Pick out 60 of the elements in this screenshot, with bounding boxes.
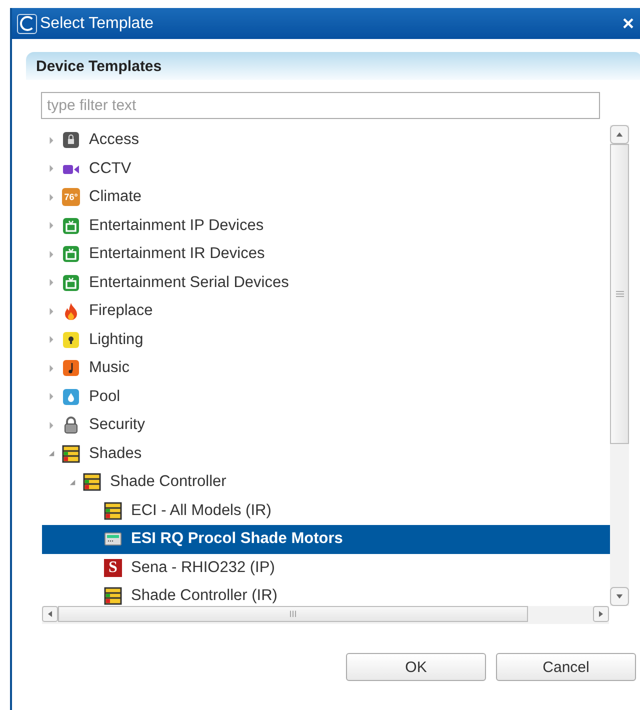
padlock-box-icon bbox=[62, 131, 80, 150]
bulb-icon bbox=[62, 330, 80, 349]
expand-arrow-icon[interactable] bbox=[48, 136, 55, 144]
tree-item[interactable]: Entertainment Serial Devices bbox=[42, 268, 610, 297]
tree-item[interactable]: Shade Controller bbox=[42, 468, 610, 496]
brand-logo: S bbox=[104, 558, 122, 577]
expand-arrow-icon[interactable] bbox=[48, 422, 55, 429]
tree-item[interactable]: 76° Climate bbox=[42, 183, 610, 212]
music-note-icon bbox=[62, 359, 80, 378]
tree-item[interactable]: ECI - All Models (IR) bbox=[42, 496, 610, 525]
expand-arrow-icon[interactable] bbox=[48, 364, 55, 372]
tree-item[interactable]: Security bbox=[42, 411, 610, 440]
scroll-down-icon[interactable] bbox=[610, 587, 629, 606]
tree-item[interactable]: Entertainment IR Devices bbox=[42, 240, 610, 268]
module-icon bbox=[104, 530, 122, 548]
expand-arrow-icon[interactable] bbox=[48, 279, 55, 286]
shade-panel-icon bbox=[62, 444, 80, 463]
tree-item[interactable]: Music bbox=[42, 354, 610, 382]
tree-item[interactable]: Lighting bbox=[42, 326, 610, 354]
scroll-up-icon[interactable] bbox=[610, 125, 629, 144]
tv-icon bbox=[62, 216, 80, 235]
grip-text: III bbox=[289, 609, 297, 619]
expand-arrow-icon[interactable] bbox=[48, 336, 55, 344]
expand-arrow-icon[interactable] bbox=[48, 308, 55, 315]
expand-arrow-icon[interactable] bbox=[48, 165, 55, 172]
tree-item[interactable]: S Sena - RHIO232 (IP) bbox=[42, 554, 610, 582]
collapse-arrow-icon[interactable] bbox=[48, 450, 55, 458]
grip-icon bbox=[616, 291, 624, 297]
scroll-right-icon[interactable] bbox=[593, 606, 609, 622]
flame-icon bbox=[62, 302, 80, 320]
panel-title: Device Templates bbox=[36, 58, 162, 74]
expand-arrow-icon[interactable] bbox=[48, 222, 55, 230]
water-drop-icon bbox=[62, 388, 80, 406]
shade-panel-icon bbox=[104, 587, 122, 606]
tree-item[interactable]: Shades bbox=[42, 440, 610, 468]
tree-item[interactable]: CCTV bbox=[42, 154, 610, 183]
expand-arrow-icon[interactable] bbox=[48, 250, 55, 258]
shade-panel-icon bbox=[83, 473, 101, 492]
padlock-icon bbox=[62, 416, 80, 434]
thermostat-icon: 76° bbox=[62, 188, 80, 206]
tree-item[interactable]: Access bbox=[42, 126, 610, 154]
expand-arrow-icon[interactable] bbox=[48, 393, 55, 400]
tree-item[interactable]: Fireplace bbox=[42, 297, 610, 326]
dialog-button[interactable]: OK bbox=[346, 653, 486, 681]
scroll-left-icon[interactable] bbox=[42, 606, 58, 622]
app-logo bbox=[17, 14, 37, 34]
scroll-thumb[interactable] bbox=[610, 144, 629, 444]
tv-icon bbox=[62, 245, 80, 264]
close-button[interactable]: × bbox=[620, 14, 636, 34]
filter-field[interactable]: type filter text bbox=[41, 92, 600, 119]
tv-icon bbox=[62, 274, 80, 292]
expand-arrow-icon[interactable] bbox=[48, 194, 55, 201]
collapse-arrow-icon[interactable] bbox=[69, 478, 76, 486]
dialog-button[interactable]: Cancel bbox=[496, 653, 636, 681]
tree-item[interactable]: Pool bbox=[42, 382, 610, 411]
vertical-scrollbar[interactable] bbox=[610, 125, 629, 606]
tree-item[interactable]: ESI RQ Procol Shade Motors bbox=[42, 525, 610, 554]
window-title: Select Template bbox=[40, 14, 155, 32]
shade-panel-icon bbox=[104, 502, 122, 520]
tree-item[interactable]: Entertainment IP Devices bbox=[42, 212, 610, 240]
